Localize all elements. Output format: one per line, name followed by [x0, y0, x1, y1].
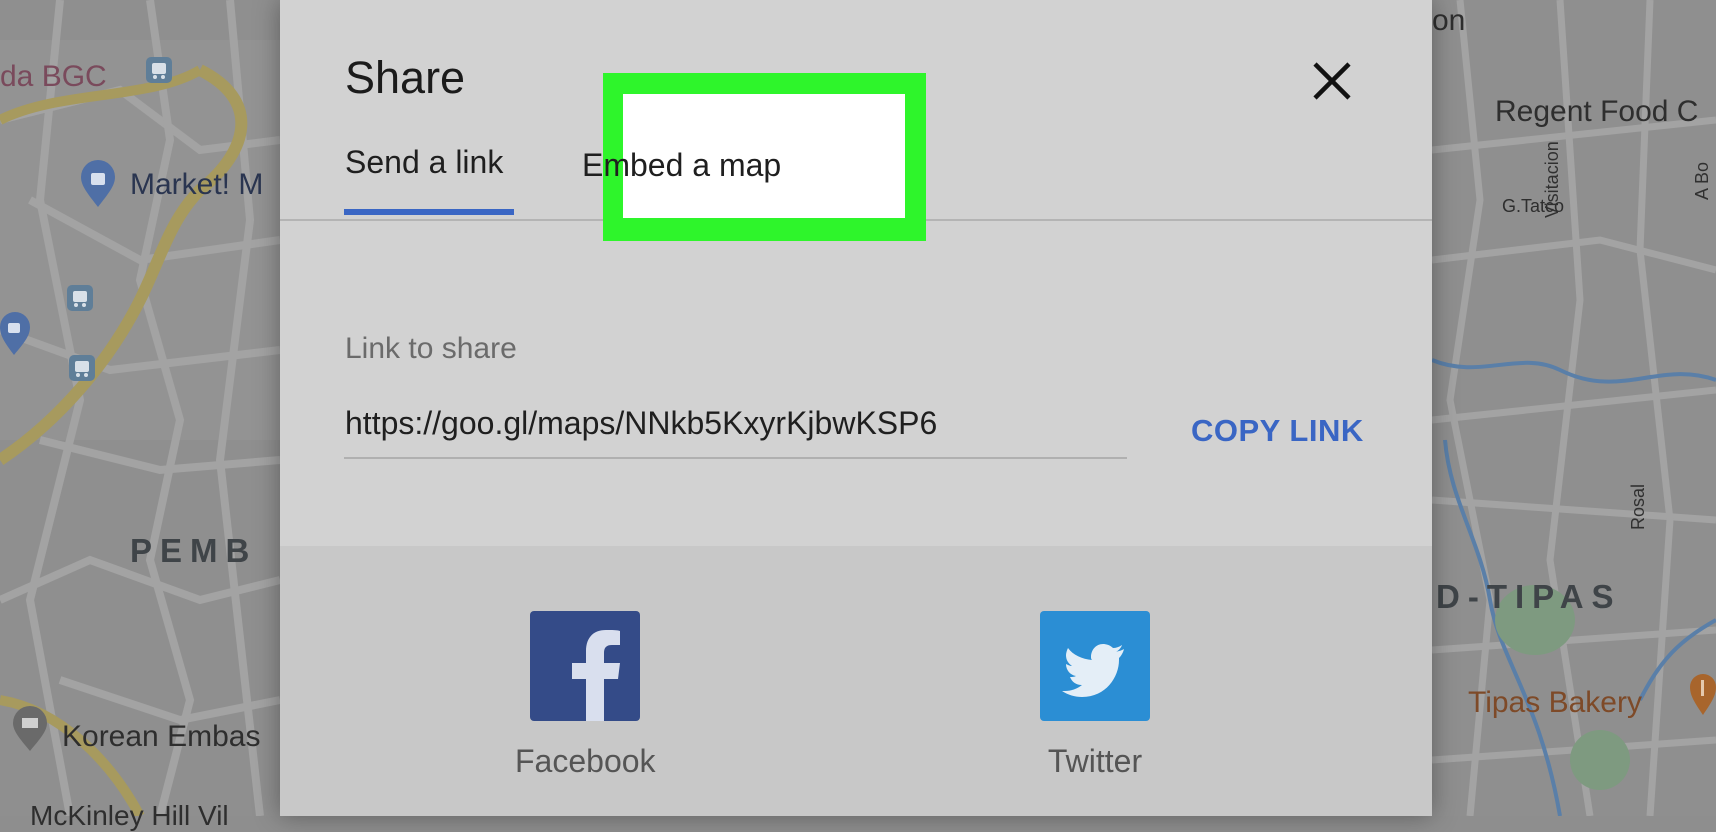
share-link-underline [344, 457, 1127, 459]
link-to-share-label: Link to share [345, 332, 517, 365]
facebook-label: Facebook [515, 743, 656, 779]
map-label-mckinley-hill: McKinley Hill Vil [30, 800, 229, 831]
active-tab-indicator [344, 209, 514, 215]
twitter-label: Twitter [1047, 743, 1143, 779]
map-label-pembo: PEMB [130, 532, 258, 569]
map-label-market[interactable]: Market! M [130, 168, 263, 202]
map-label-da-bgc: da BGC [0, 60, 107, 93]
tab-embed-a-map-label: Embed a map [582, 147, 782, 183]
map-label-a-bo: A Bo [1692, 161, 1712, 200]
facebook-share-button[interactable]: Facebook [515, 611, 656, 780]
share-dialog: Share Send a link Embed a map Link to sh… [280, 0, 1432, 816]
map-label-rosal: Rosal [1628, 483, 1648, 530]
copy-link-button[interactable]: COPY LINK [1191, 413, 1364, 449]
restaurant-pin-icon[interactable] [1690, 672, 1716, 716]
dialog-title: Share [345, 52, 466, 103]
share-link-field[interactable]: https://goo.gl/maps/NNkb5KxyrKjbwKSP6 [345, 405, 937, 442]
bus-stop-icon[interactable] [66, 284, 94, 312]
map-label-regent-food[interactable]: Regent Food C [1495, 95, 1698, 129]
twitter-icon [1040, 611, 1150, 721]
bus-stop-icon[interactable] [145, 56, 173, 84]
shopping-pin-icon[interactable] [80, 160, 116, 208]
twitter-share-button[interactable]: Twitter [1025, 611, 1165, 780]
embassy-pin-icon[interactable] [12, 706, 48, 752]
map-label-tipas-bakery[interactable]: Tipas Bakery [1468, 686, 1642, 720]
map-label-on: on [1432, 4, 1466, 37]
map-label-visitacion: Visitacion [1542, 141, 1562, 218]
bus-stop-icon[interactable] [68, 354, 96, 382]
shopping-pin-icon[interactable] [0, 312, 32, 356]
close-button[interactable] [1307, 56, 1357, 106]
facebook-icon [530, 611, 640, 721]
tab-send-a-link[interactable]: Send a link [345, 144, 503, 181]
map-label-korean-embassy[interactable]: Korean Embas [62, 720, 260, 754]
social-share-panel [280, 546, 1432, 816]
close-icon [1313, 62, 1351, 100]
map-label-tipas: D-TIPAS [1436, 578, 1622, 615]
